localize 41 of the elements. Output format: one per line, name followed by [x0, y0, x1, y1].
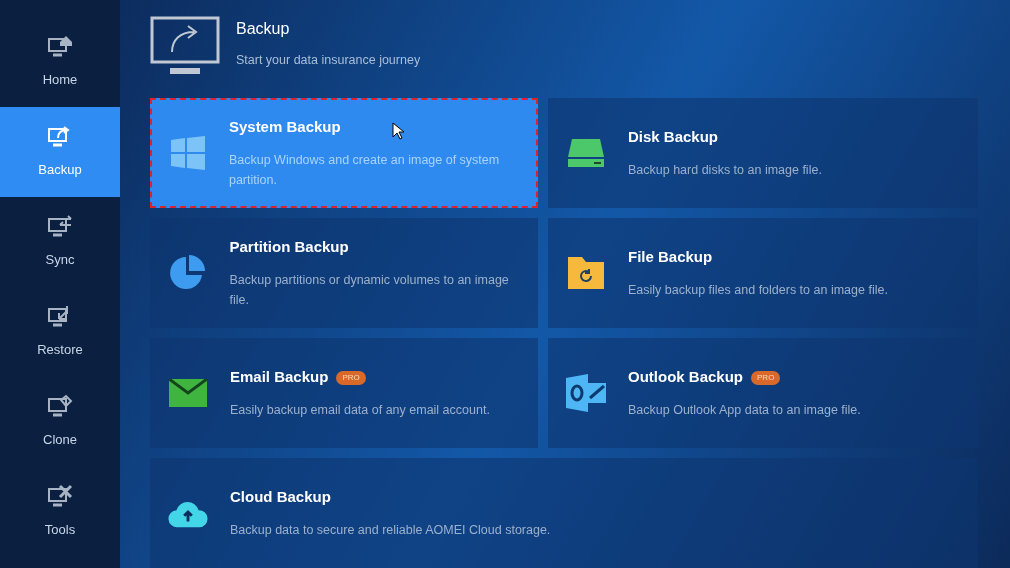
tools-icon	[47, 484, 73, 509]
pro-badge: PRO	[336, 370, 366, 385]
option-description: Easily backup files and folders to an image file.	[628, 281, 888, 299]
backup-option-card[interactable]: File Backup Easily backup files and folders to an image file.	[548, 218, 978, 328]
option-title: Cloud Backup	[230, 487, 331, 508]
sidebar-item[interactable]: Tools	[0, 467, 120, 557]
option-title: Disk Backup	[628, 127, 719, 148]
outlook-icon	[566, 374, 606, 412]
hard-disk-icon	[568, 139, 604, 167]
sidebar-item[interactable]: Clone	[0, 377, 120, 467]
sync-arrows-icon	[47, 214, 73, 239]
envelope-icon	[169, 379, 207, 407]
option-title: System Backup	[228, 117, 341, 138]
pro-badge: PRO	[751, 370, 781, 385]
option-description: Backup Outlook App data to an image file.	[628, 401, 861, 419]
backup-option-card[interactable]: Cloud Backup Backup data to secure and reliable AOMEI Cloud storage.	[150, 458, 978, 568]
option-title: Partition Backup	[229, 237, 349, 258]
sidebar-item[interactable]: Home	[0, 17, 120, 107]
backup-option-card[interactable]: Disk Backup Backup hard disks to an image file.	[548, 98, 978, 208]
option-description: Backup data to secure and reliable AOMEI Cloud storage.	[230, 521, 551, 539]
option-title: Email Backup	[230, 367, 329, 388]
backup-option-card[interactable]: Email Backup PRO Easily backup email data of any email account.	[150, 338, 538, 448]
sidebar-item[interactable]: Sync	[0, 197, 120, 287]
folder-sync-icon	[568, 257, 604, 289]
page-subtitle: Start your data insurance journey	[236, 52, 421, 69]
clone-icon	[47, 394, 73, 419]
option-description: Backup Windows and create an image of system partition.	[228, 151, 501, 189]
backup-option-card[interactable]: Outlook Backup PRO Backup Outlook App data to an image file.	[548, 338, 978, 448]
home-icon	[47, 34, 73, 59]
monitor-share-icon	[150, 16, 220, 76]
backup-option-card[interactable]: Partition Backup Backup partitions or dynamic volumes to an image file.	[150, 218, 538, 328]
mouse-cursor-icon	[392, 122, 404, 140]
windows-logo-icon	[171, 136, 206, 170]
option-title: File Backup	[628, 247, 713, 268]
option-title: Outlook Backup	[628, 367, 743, 388]
page-title: Backup	[236, 19, 291, 39]
option-description: Easily backup email data of any email account.	[230, 401, 490, 419]
option-description: Backup hard disks to an image file.	[628, 161, 822, 179]
pie-chart-icon	[169, 255, 206, 291]
option-description: Backup partitions or dynamic volumes to an image file.	[229, 271, 510, 309]
sidebar-item[interactable]: Restore	[0, 287, 120, 377]
